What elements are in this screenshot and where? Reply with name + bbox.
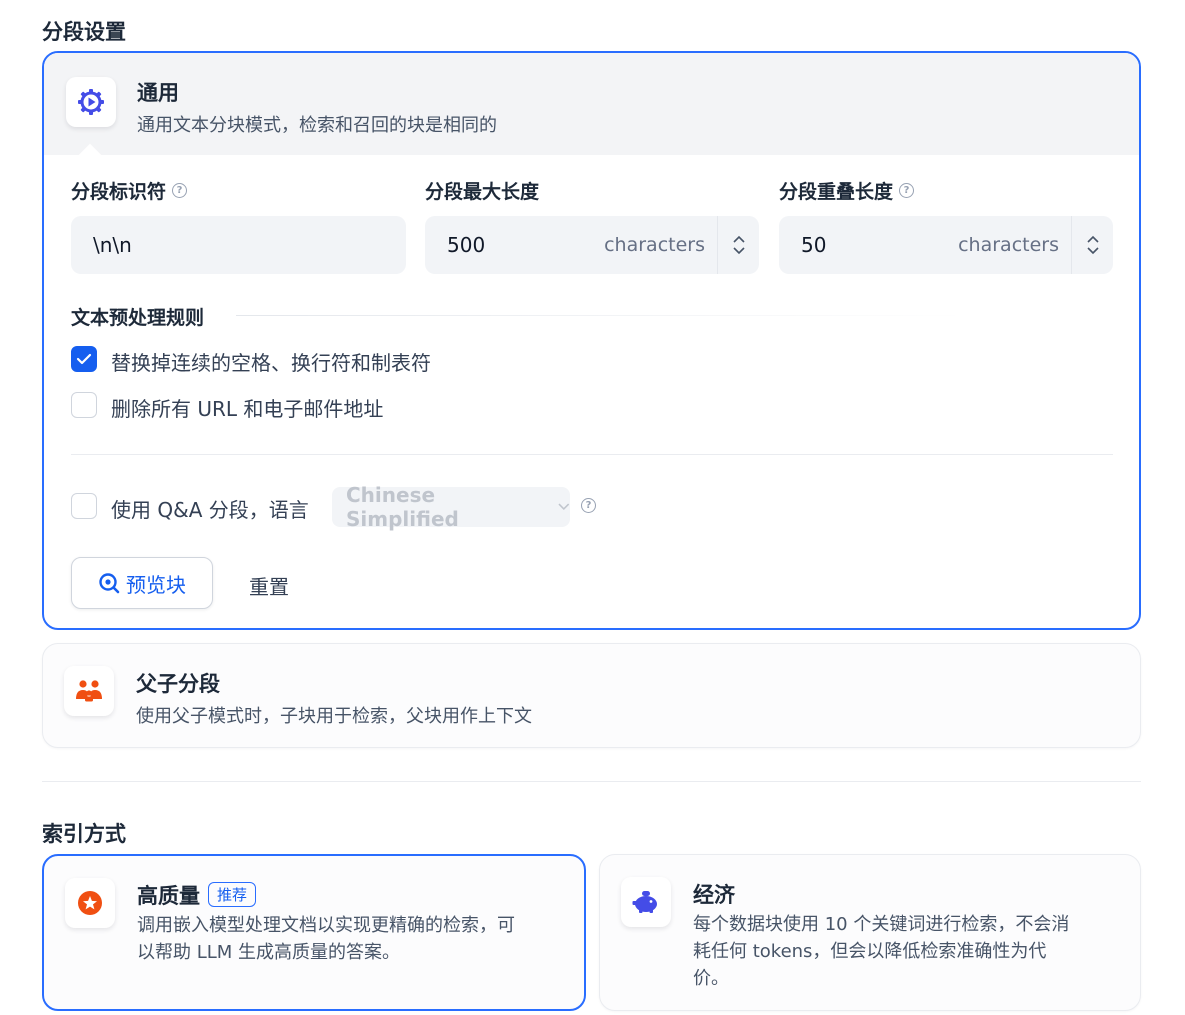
parent-child-icon — [64, 666, 114, 716]
piggy-bank-icon — [621, 877, 671, 927]
recommended-badge: 推荐 — [208, 882, 257, 907]
chevron-up-icon[interactable] — [732, 235, 745, 243]
search-eye-icon — [99, 573, 120, 594]
economy-card[interactable]: 经济 每个数据块使用 10 个关键词进行检索，不会消 耗任何 tokens，但会… — [599, 854, 1141, 1011]
gear-play-icon — [66, 77, 116, 127]
separator-input[interactable]: \n\n — [71, 216, 406, 274]
general-mode-card[interactable]: 通用 通用文本分块模式，检索和召回的块是相同的 分段标识符 ? 分段最大长度 分… — [42, 51, 1141, 630]
general-mode-header[interactable]: 通用 通用文本分块模式，检索和召回的块是相同的 — [44, 53, 1139, 167]
high-quality-card[interactable]: 高质量 推荐 调用嵌入模型处理文档以实现更精确的检索，可 以帮助 LLM 生成高质… — [42, 854, 586, 1011]
economy-desc-line: 耗任何 tokens，但会以降低检索准确性为代 — [693, 941, 1047, 962]
overlap-label: 分段重叠长度 ? — [779, 177, 915, 204]
separator-input-value: \n\n — [93, 233, 132, 257]
separator-label-text: 分段标识符 — [71, 181, 167, 203]
chevron-down-icon[interactable] — [732, 247, 745, 255]
max-length-label: 分段最大长度 — [425, 177, 539, 204]
question-icon[interactable]: ? — [581, 498, 596, 513]
qa-label[interactable]: 使用 Q&A 分段，语言 — [111, 494, 309, 523]
rule-remove-urls-label[interactable]: 删除所有 URL 和电子邮件地址 — [111, 393, 383, 422]
preview-chunks-label: 预览块 — [126, 572, 186, 597]
economy-title: 经济 — [693, 883, 735, 907]
high-quality-desc-line: 调用嵌入模型处理文档以实现更精确的检索，可 — [137, 915, 515, 936]
economy-desc-line: 每个数据块使用 10 个关键词进行检索，不会消 — [693, 914, 1070, 935]
high-quality-title: 高质量 推荐 — [137, 880, 257, 910]
language-select-value: Chinese Simplified — [346, 483, 459, 531]
question-icon[interactable]: ? — [172, 183, 188, 198]
economy-desc-line: 价。 — [693, 968, 729, 989]
max-length-input[interactable]: 500 characters — [425, 216, 759, 274]
overlap-stepper[interactable] — [1071, 216, 1113, 274]
parent-child-title: 父子分段 — [136, 672, 220, 696]
overlap-label-text: 分段重叠长度 — [779, 181, 894, 203]
general-mode-title: 通用 — [137, 81, 179, 105]
section-divider — [42, 781, 1141, 782]
economy-description: 每个数据块使用 10 个关键词进行检索，不会消 耗任何 tokens，但会以降低… — [693, 911, 1069, 992]
max-length-value: 500 — [447, 233, 486, 257]
general-mode-description: 通用文本分块模式，检索和召回的块是相同的 — [137, 115, 497, 136]
max-length-unit: characters — [604, 234, 705, 256]
overlap-unit: characters — [958, 234, 1059, 256]
preprocess-title: 文本预处理规则 — [71, 307, 205, 329]
overlap-input[interactable]: 50 characters — [779, 216, 1113, 274]
overlap-value: 50 — [801, 233, 827, 257]
preprocess-divider — [236, 315, 966, 316]
chevron-down-icon — [558, 503, 570, 511]
parent-child-mode-card[interactable]: 父子分段 使用父子模式时，子块用于检索，父块用作上下文 — [42, 643, 1141, 748]
rule-replace-checkbox[interactable] — [71, 346, 97, 372]
high-quality-desc-line: 以帮助 LLM 生成高质量的答案。 — [137, 942, 401, 963]
high-quality-title-text: 高质量 — [137, 884, 200, 908]
separator-label: 分段标识符 ? — [71, 177, 188, 204]
rule-remove-urls-checkbox[interactable] — [71, 392, 97, 418]
max-length-label-text: 分段最大长度 — [425, 181, 540, 203]
high-quality-description: 调用嵌入模型处理文档以实现更精确的检索，可 以帮助 LLM 生成高质量的答案。 — [137, 912, 515, 966]
question-icon[interactable]: ? — [899, 183, 915, 198]
max-length-stepper[interactable] — [717, 216, 759, 274]
parent-child-description: 使用父子模式时，子块用于检索，父块用作上下文 — [136, 706, 532, 727]
rule-replace-label[interactable]: 替换掉连续的空格、换行符和制表符 — [111, 347, 431, 376]
language-select[interactable]: Chinese Simplified — [332, 483, 570, 531]
selected-notch — [78, 143, 102, 167]
qa-divider — [71, 454, 1113, 455]
star-badge-icon — [65, 878, 115, 928]
index-method-title: 索引方式 — [42, 822, 126, 846]
chevron-down-icon[interactable] — [1086, 247, 1099, 255]
segment-settings-title: 分段设置 — [42, 20, 126, 44]
check-icon — [76, 353, 92, 365]
preview-chunks-button[interactable]: 预览块 — [71, 557, 213, 609]
chevron-up-icon[interactable] — [1086, 235, 1099, 243]
qa-checkbox[interactable] — [71, 493, 97, 519]
reset-button[interactable]: 重置 — [249, 571, 289, 600]
